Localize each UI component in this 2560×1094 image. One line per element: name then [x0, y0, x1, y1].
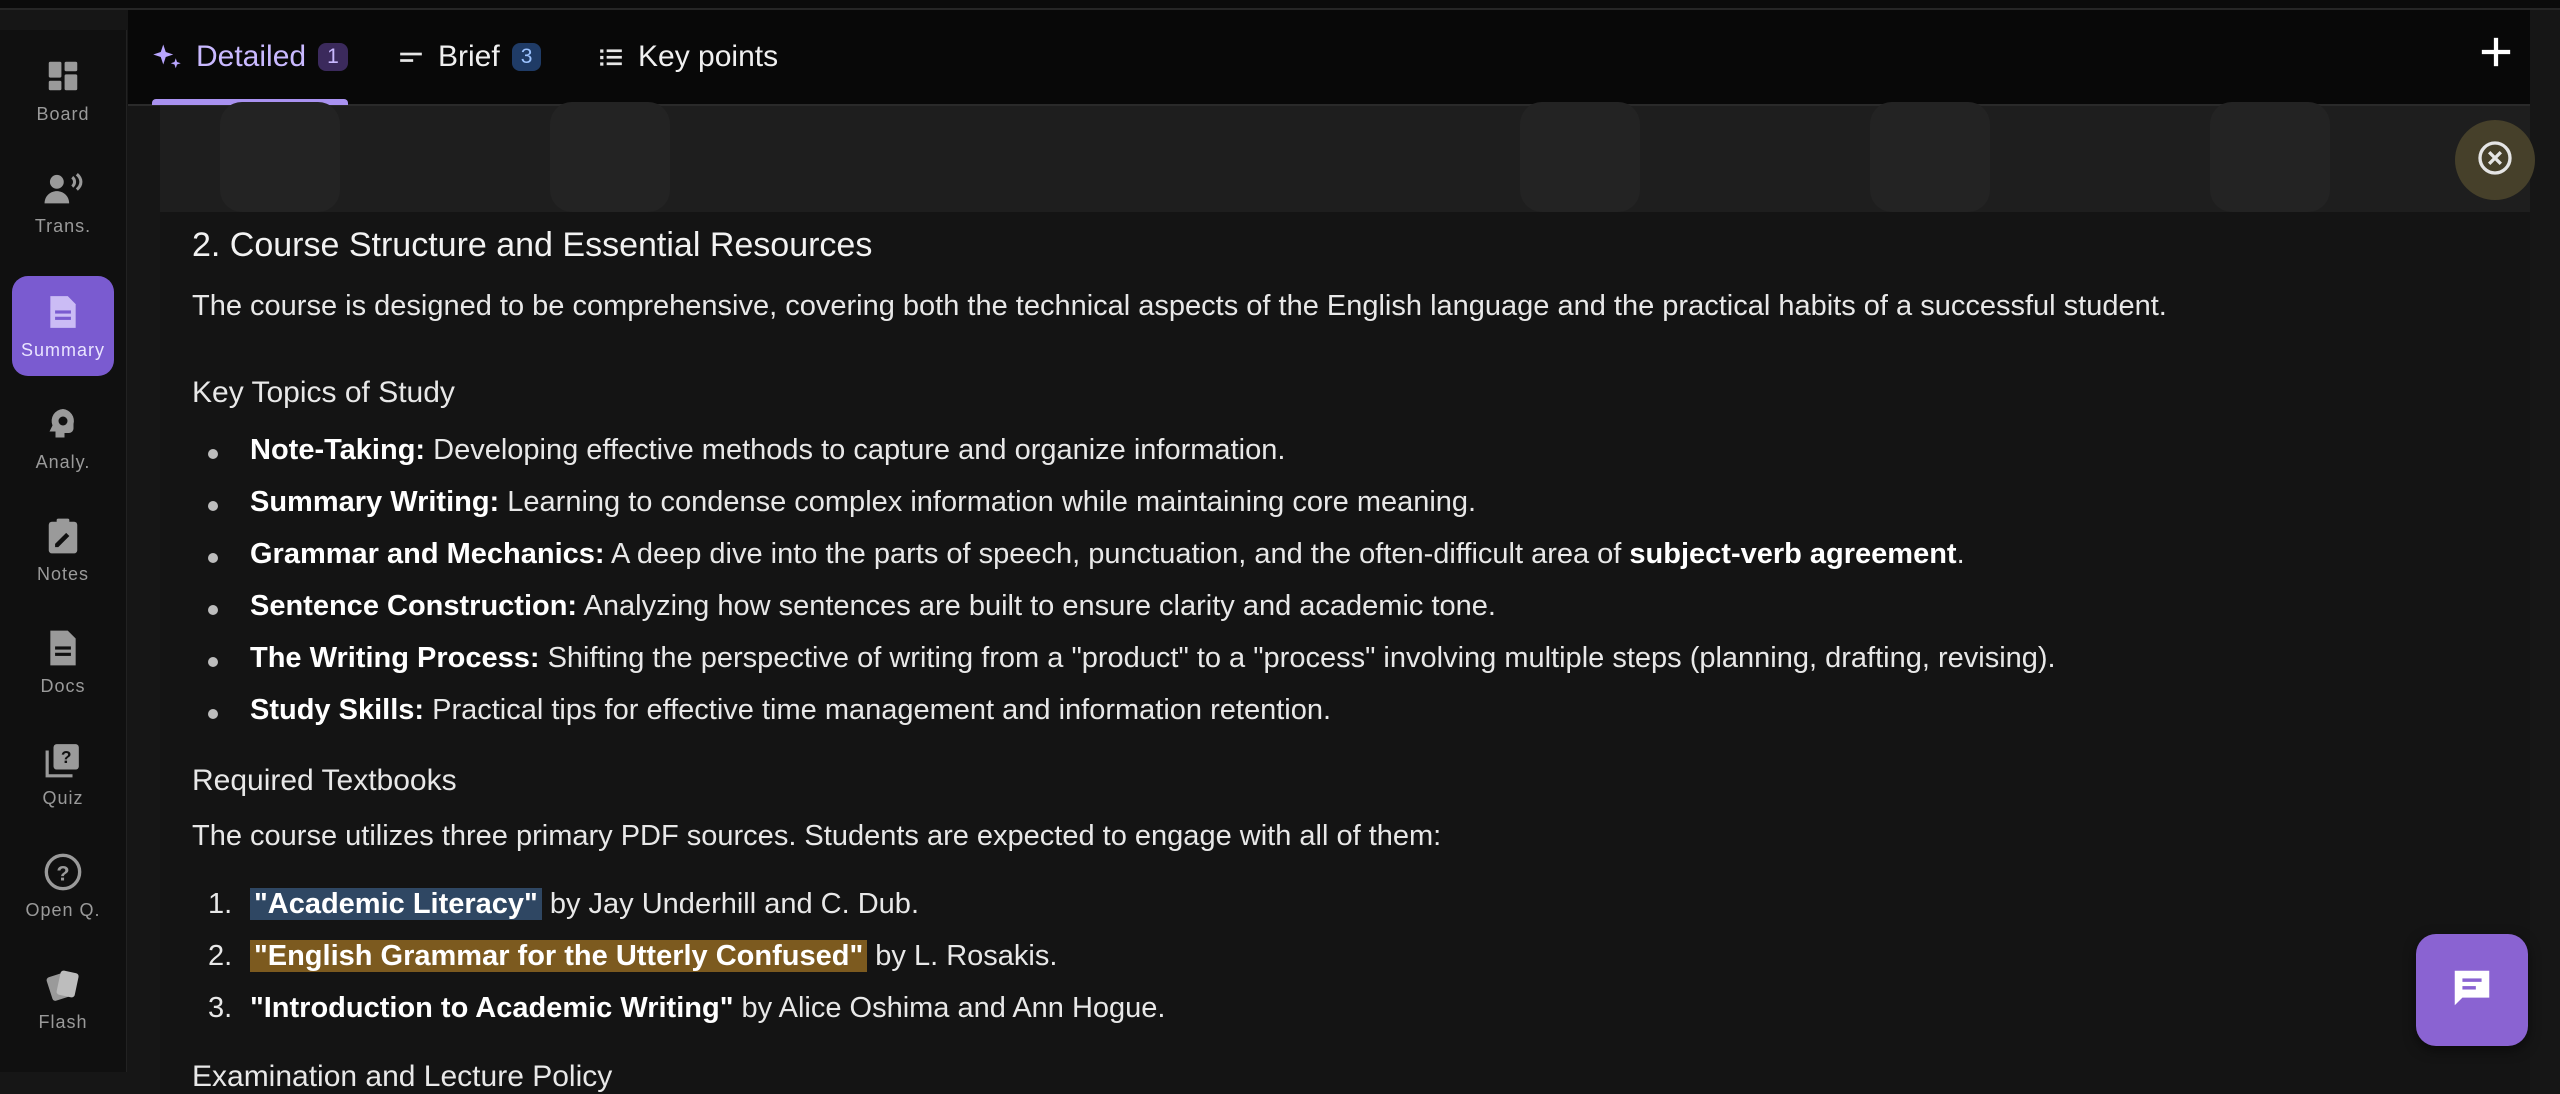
- close-button[interactable]: [2455, 120, 2535, 200]
- tab-count-badge: 1: [318, 43, 348, 71]
- faded-tile: [2210, 102, 2330, 212]
- sidebar-item-analysis[interactable]: Analy.: [12, 388, 114, 488]
- sidebar-item-label: Open Q.: [25, 899, 101, 920]
- tab-brief[interactable]: Brief 3: [398, 10, 542, 104]
- sidebar-item-label: Flash: [38, 1011, 88, 1032]
- plus-icon: [2479, 35, 2513, 74]
- board-icon: [43, 56, 83, 96]
- faded-tile: [550, 102, 670, 212]
- list-item: Note-Taking: Developing effective method…: [207, 434, 1286, 466]
- section-title: 2. Course Structure and Essential Resour…: [192, 226, 873, 264]
- chat-icon: [2449, 965, 2495, 1016]
- textbooks-heading: Required Textbooks: [192, 764, 457, 797]
- list-icon: [598, 44, 624, 70]
- sidebar-item-label: Board: [36, 103, 90, 124]
- notes-icon: [43, 516, 83, 556]
- chat-button[interactable]: [2416, 934, 2528, 1046]
- highlighted-title: "English Grammar for the Utterly Confuse…: [250, 940, 868, 972]
- faded-tile: [1870, 102, 1990, 212]
- textbook-item: 2. "English Grammar for the Utterly Confu…: [208, 940, 1058, 972]
- transcript-icon: [43, 168, 83, 208]
- short-lines-icon: [398, 44, 424, 70]
- tab-label: Brief: [438, 40, 500, 73]
- sparkle-icon: [152, 42, 182, 72]
- window-top-strip: [0, 0, 2560, 10]
- list-item: Sentence Construction: Analyzing how sen…: [208, 590, 1496, 622]
- sidebar-item-label: Quiz: [42, 787, 84, 808]
- tab-label: Detailed: [196, 40, 307, 73]
- summary-icon: [43, 292, 83, 332]
- tab-key-points[interactable]: Key points: [598, 10, 778, 104]
- next-section-heading: Examination and Lecture Policy: [192, 1060, 613, 1093]
- sidebar-item-label: Summary: [20, 339, 105, 360]
- analysis-icon: [43, 404, 83, 444]
- list-item: Study Skills: Practical tips for effecti…: [207, 694, 1332, 726]
- highlighted-title: "Academic Literacy": [250, 888, 542, 920]
- svg-text:?: ?: [61, 747, 72, 767]
- tab-label: Key points: [638, 40, 779, 73]
- faded-tile: [1520, 102, 1640, 212]
- svg-text:?: ?: [56, 860, 69, 885]
- sidebar: Board Trans. Summary Analy. Notes Docs ?: [0, 30, 127, 1072]
- textbooks-intro: The course utilizes three primary PDF so…: [192, 820, 1442, 852]
- flashcards-icon: [43, 964, 83, 1004]
- sidebar-item-flashcards[interactable]: Flash: [12, 948, 114, 1048]
- textbook-title: "Introduction to Academic Writing": [250, 992, 734, 1024]
- textbook-item: 3. "Introduction to Academic Writing" by …: [208, 992, 1166, 1024]
- question-icon: ?: [43, 852, 83, 892]
- sidebar-item-open-questions[interactable]: ? Open Q.: [12, 836, 114, 936]
- sidebar-item-quiz[interactable]: ? Quiz: [12, 724, 114, 824]
- topics-heading: Key Topics of Study: [192, 376, 455, 409]
- faded-tile: [220, 102, 340, 212]
- add-tab-button[interactable]: [2474, 32, 2518, 76]
- sidebar-item-docs[interactable]: Docs: [12, 612, 114, 712]
- sidebar-item-notes[interactable]: Notes: [12, 500, 114, 600]
- list-item: The Writing Process: Shifting the perspe…: [208, 642, 2056, 674]
- sidebar-item-board[interactable]: Board: [12, 40, 114, 140]
- sidebar-item-label: Notes: [36, 563, 90, 584]
- sidebar-item-label: Docs: [40, 675, 86, 696]
- section-intro: The course is designed to be comprehensi…: [192, 290, 2167, 322]
- sidebar-item-summary[interactable]: Summary: [12, 276, 114, 376]
- list-item: Grammar and Mechanics: A deep dive into …: [208, 538, 1965, 570]
- textbook-item: 1. "Academic Literacy" by Jay Underhill a…: [208, 888, 919, 920]
- summary-tabs: Detailed 1 Brief 3 Key points: [128, 10, 2530, 106]
- tab-detailed[interactable]: Detailed 1: [152, 10, 348, 104]
- quiz-icon: ?: [43, 740, 83, 780]
- list-item: Summary Writing: Learning to condense co…: [207, 486, 1477, 518]
- tab-count-badge: 3: [511, 43, 542, 71]
- sidebar-item-label: Analy.: [35, 451, 91, 472]
- toolbar-band: [160, 102, 2530, 213]
- sidebar-item-transcript[interactable]: Trans.: [12, 152, 114, 252]
- sidebar-item-label: Trans.: [34, 215, 92, 236]
- close-circle-icon: [2475, 138, 2515, 183]
- docs-icon: [43, 628, 83, 668]
